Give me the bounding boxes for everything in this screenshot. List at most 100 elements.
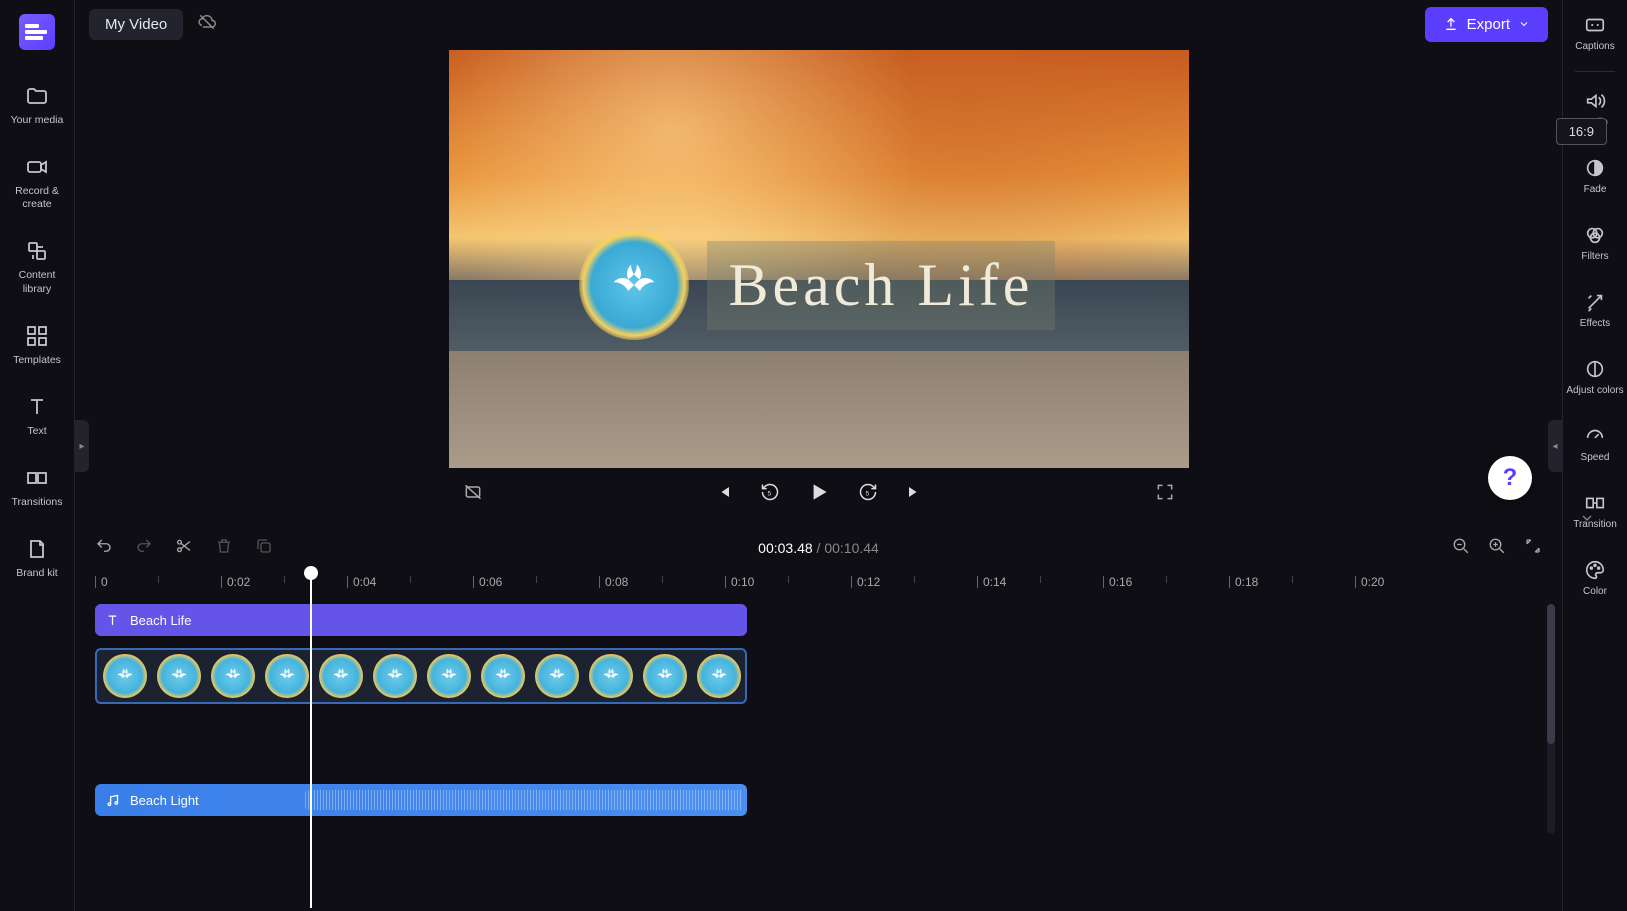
sidebar-item-transitions[interactable]: Transitions	[8, 452, 67, 523]
video-clip[interactable]	[95, 716, 747, 772]
sidebar-item-record-create[interactable]: Record & create	[0, 141, 74, 225]
rs-item-color[interactable]: Color	[1580, 545, 1610, 612]
rs-item-label: Filters	[1581, 251, 1608, 263]
svg-text:5: 5	[767, 490, 771, 497]
rs-item-effects[interactable]: Effects	[1577, 277, 1613, 344]
time-display: 00:03.48 / 00:10.44	[758, 540, 879, 556]
current-time: 00:03.48	[758, 540, 813, 556]
audio-track[interactable]: Beach Light	[95, 784, 1542, 816]
timeline-tracks: Beach Life Beach Light	[95, 604, 1542, 828]
fit-timeline-button[interactable]	[1524, 537, 1542, 560]
text-clip-label: Beach Life	[130, 613, 191, 628]
skip-back-button[interactable]	[714, 482, 734, 502]
title-text-background: Beach Life	[707, 241, 1056, 330]
rs-item-adjust-colors[interactable]: Adjust colors	[1563, 344, 1626, 411]
text-icon	[25, 395, 49, 419]
sidebar-item-label: Transitions	[12, 496, 63, 509]
safe-zones-toggle[interactable]	[463, 482, 483, 502]
clip-thumbnail	[535, 654, 579, 698]
fullscreen-button[interactable]	[1155, 482, 1175, 502]
app-logo[interactable]	[19, 14, 55, 50]
rs-item-speed[interactable]: Speed	[1578, 411, 1613, 478]
skip-forward-button[interactable]	[904, 482, 924, 502]
clip-thumbnail	[643, 654, 687, 698]
rs-item-filters[interactable]: Filters	[1578, 210, 1611, 277]
clip-thumbnail	[481, 654, 525, 698]
brandkit-icon	[25, 537, 49, 561]
sidebar-item-content-library[interactable]: Content library	[0, 225, 74, 309]
aspect-ratio-selector[interactable]: 16:9	[1556, 118, 1607, 145]
clip-thumbnail	[319, 654, 363, 698]
duplicate-button[interactable]	[255, 537, 273, 560]
effects-icon	[1584, 291, 1606, 313]
undo-button[interactable]	[95, 537, 113, 560]
text-track[interactable]: Beach Life	[95, 604, 1542, 636]
project-title[interactable]: My Video	[89, 9, 183, 40]
palm-logo-badge	[579, 230, 689, 340]
split-button[interactable]	[175, 537, 193, 560]
sidebar-item-label: Brand kit	[16, 567, 57, 580]
rs-item-label: Effects	[1580, 318, 1610, 330]
help-button[interactable]: ?	[1488, 456, 1532, 500]
playhead[interactable]	[310, 568, 312, 908]
camera-icon	[25, 155, 49, 179]
svg-text:5: 5	[865, 490, 869, 497]
rs-item-label: Speed	[1581, 452, 1610, 464]
text-clip[interactable]: Beach Life	[95, 604, 747, 636]
export-button[interactable]: Export	[1425, 7, 1548, 42]
overlay-title-text: Beach Life	[729, 251, 1034, 320]
sidebar-item-text[interactable]: Text	[21, 381, 53, 452]
clip-thumbnail	[373, 654, 417, 698]
sidebar-item-label: Record & create	[4, 185, 70, 211]
video-track[interactable]	[95, 716, 1542, 772]
clip-thumbnail	[427, 654, 471, 698]
ruler-tick-label: 0:08	[599, 575, 628, 589]
rs-item-fade[interactable]: Fade	[1581, 143, 1610, 210]
play-button[interactable]	[806, 479, 832, 505]
rs-item-label: Color	[1583, 586, 1607, 598]
timeline-scrollbar[interactable]	[1547, 604, 1555, 834]
sidebar-item-templates[interactable]: Templates	[9, 310, 65, 381]
title-overlay: Beach Life	[579, 230, 1056, 340]
total-time: 00:10.44	[824, 540, 879, 556]
clip-thumbnail	[103, 654, 147, 698]
overlay-track[interactable]	[95, 648, 1542, 704]
left-sidebar: Your media Record & create Content libra…	[0, 0, 75, 911]
rs-item-label: Fade	[1584, 184, 1607, 196]
more-properties-chevron[interactable]	[1579, 510, 1595, 531]
sidebar-item-your-media[interactable]: Your media	[7, 70, 68, 141]
rs-item-captions[interactable]: Captions	[1572, 0, 1617, 67]
forward-5s-button[interactable]: 5	[858, 482, 878, 502]
rewind-5s-button[interactable]: 5	[760, 482, 780, 502]
export-button-label: Export	[1467, 16, 1510, 33]
logo-overlay-clip[interactable]	[95, 648, 747, 704]
ruler-tick-label: 0:04	[347, 575, 376, 589]
rs-item-label: Captions	[1575, 41, 1614, 53]
timeline-toolbar: 00:03.48 / 00:10.44	[75, 530, 1562, 566]
library-icon	[25, 239, 49, 263]
ruler-tick-label: 0:16	[1103, 575, 1132, 589]
sidebar-separator	[1575, 71, 1615, 72]
zoom-out-button[interactable]	[1452, 537, 1470, 560]
transitions-icon	[25, 466, 49, 490]
captions-icon	[1584, 14, 1606, 36]
sidebar-item-brand-kit[interactable]: Brand kit	[12, 523, 61, 594]
sidebar-item-label: Your media	[11, 114, 64, 127]
clip-thumbnail	[589, 654, 633, 698]
rs-item-label: Adjust colors	[1566, 385, 1623, 397]
redo-button[interactable]	[135, 537, 153, 560]
folder-icon	[25, 84, 49, 108]
zoom-in-button[interactable]	[1488, 537, 1506, 560]
audio-clip[interactable]: Beach Light	[95, 784, 747, 816]
clip-thumbnail	[265, 654, 309, 698]
filters-icon	[1584, 224, 1606, 246]
text-icon	[105, 613, 120, 628]
ruler-tick-label: 0:02	[221, 575, 250, 589]
cloud-sync-off-icon[interactable]	[197, 12, 217, 37]
delete-button[interactable]	[215, 537, 233, 560]
preview-canvas[interactable]: Beach Life	[449, 50, 1189, 468]
scrollbar-thumb[interactable]	[1547, 604, 1555, 744]
music-note-icon	[105, 793, 120, 808]
audio-icon	[1584, 90, 1606, 112]
adjust-colors-icon	[1584, 358, 1606, 380]
